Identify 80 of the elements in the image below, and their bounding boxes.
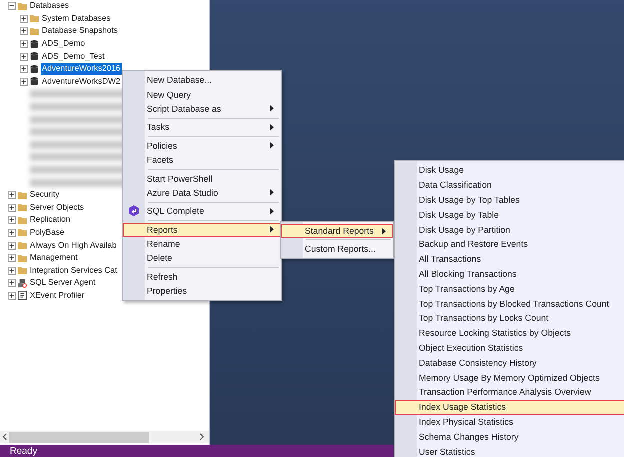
menu-item[interactable]: Properties bbox=[123, 284, 281, 298]
expander-icon[interactable] bbox=[8, 266, 16, 275]
menu-item[interactable]: Disk Usage bbox=[395, 163, 624, 178]
menu-item[interactable]: Top Transactions by Age bbox=[395, 281, 624, 296]
expander-icon[interactable] bbox=[8, 279, 16, 288]
expander-icon[interactable] bbox=[8, 191, 16, 200]
menu-item[interactable]: New Database... bbox=[123, 73, 281, 88]
menu-item[interactable]: Facets bbox=[123, 152, 281, 168]
menu-item[interactable]: Disk Usage by Partition bbox=[395, 222, 624, 237]
expander-icon[interactable] bbox=[8, 292, 16, 300]
expander-icon[interactable] bbox=[20, 27, 28, 36]
tree-item[interactable]: AdventureWorksDW2 bbox=[41, 76, 122, 88]
database-icon bbox=[30, 40, 39, 49]
expander-icon[interactable] bbox=[20, 52, 28, 61]
menu-item[interactable]: Policies bbox=[123, 138, 281, 153]
expander-icon[interactable] bbox=[8, 204, 16, 212]
tree-item[interactable]: Always On High Availab bbox=[29, 240, 118, 252]
tree-item[interactable]: ADS_Demo bbox=[41, 38, 86, 50]
expander-icon[interactable] bbox=[8, 242, 16, 250]
expander-icon[interactable] bbox=[20, 65, 28, 74]
menu-item[interactable]: Custom Reports... bbox=[281, 241, 393, 256]
menu-item[interactable]: Disk Usage by Top Tables bbox=[395, 192, 624, 208]
tree-item[interactable]: Server Objects bbox=[29, 202, 86, 214]
scrollbar-thumb[interactable] bbox=[9, 432, 149, 442]
menu-item[interactable]: Object Execution Statistics bbox=[395, 340, 624, 356]
menu-item[interactable]: New Query bbox=[123, 87, 281, 102]
tree-item[interactable]: System Databases bbox=[41, 12, 112, 25]
tree-item[interactable]: PolyBase bbox=[29, 226, 66, 239]
tree-item[interactable]: XEvent Profiler bbox=[29, 290, 86, 302]
menu-item[interactable]: User Statistics bbox=[395, 444, 624, 457]
tree-item[interactable]: Database Snapshots bbox=[41, 25, 120, 38]
expander-icon[interactable] bbox=[8, 2, 16, 10]
tree-item[interactable]: SQL Server Agent bbox=[29, 277, 97, 290]
menu-item[interactable]: SQL Complete bbox=[123, 204, 281, 219]
expander-icon[interactable] bbox=[20, 14, 28, 23]
status-text: Ready bbox=[10, 446, 38, 456]
plugin-icon bbox=[128, 205, 140, 218]
menu-item[interactable]: Disk Usage by Table bbox=[395, 207, 624, 222]
menu-item[interactable]: Tasks bbox=[123, 120, 281, 135]
menu-item[interactable]: All Transactions bbox=[395, 252, 624, 267]
scroll-right-icon[interactable] bbox=[199, 433, 206, 441]
menu-item[interactable]: Data Classification bbox=[395, 178, 624, 193]
menu-item[interactable]: Refresh bbox=[123, 270, 281, 284]
profiler-icon bbox=[18, 291, 27, 300]
tree-item[interactable]: Management bbox=[29, 252, 79, 264]
menu-item[interactable]: Reports bbox=[123, 222, 281, 237]
scroll-left-icon[interactable] bbox=[1, 433, 8, 441]
menu-item[interactable]: Start PowerShell bbox=[123, 171, 281, 186]
menu-item[interactable]: Delete bbox=[123, 251, 281, 266]
menu-item[interactable]: All Blocking Transactions bbox=[395, 266, 624, 282]
horizontal-scrollbar[interactable] bbox=[0, 431, 209, 443]
expander-icon[interactable] bbox=[8, 254, 16, 262]
menu-item[interactable]: Script Database as bbox=[123, 102, 281, 116]
menu-item[interactable]: Index Usage Statistics bbox=[395, 400, 624, 415]
menu-item[interactable]: Transaction Performance Analysis Overview bbox=[395, 384, 624, 400]
expander-icon[interactable] bbox=[8, 216, 16, 224]
expander-icon[interactable] bbox=[8, 228, 16, 237]
menu-item[interactable]: Memory Usage By Memory Optimized Objects bbox=[395, 370, 624, 385]
menu-item[interactable]: Resource Locking Statistics by Objects bbox=[395, 326, 624, 341]
menu-item[interactable]: Index Physical Statistics bbox=[395, 414, 624, 430]
menu-item[interactable]: Azure Data Studio bbox=[123, 186, 281, 200]
expander-icon[interactable] bbox=[20, 78, 28, 86]
menu-item[interactable]: Schema Changes History bbox=[395, 429, 624, 444]
menu-item[interactable]: Top Transactions by Blocked Transactions Count bbox=[395, 296, 624, 311]
database-icon bbox=[30, 64, 39, 74]
database-icon bbox=[30, 77, 39, 86]
database-icon bbox=[30, 52, 39, 62]
tree-item[interactable]: Databases bbox=[29, 0, 70, 12]
menu-item[interactable]: Top Transactions by Locks Count bbox=[395, 310, 624, 326]
menu-item[interactable]: Rename bbox=[123, 236, 281, 252]
agent-icon bbox=[18, 278, 27, 288]
tree-item[interactable]: Replication bbox=[29, 214, 72, 226]
menu-item[interactable]: Backup and Restore Events bbox=[395, 236, 624, 252]
menu-item[interactable]: Standard Reports bbox=[281, 224, 393, 238]
tree-item[interactable]: ADS_Demo_Test bbox=[41, 50, 106, 63]
tree-item[interactable]: Security bbox=[29, 189, 61, 202]
tree-item[interactable]: AdventureWorks2016 bbox=[41, 63, 122, 76]
expander-icon[interactable] bbox=[20, 40, 28, 48]
menu-item[interactable]: Database Consistency History bbox=[395, 355, 624, 370]
tree-item[interactable]: Integration Services Cat bbox=[29, 264, 118, 277]
